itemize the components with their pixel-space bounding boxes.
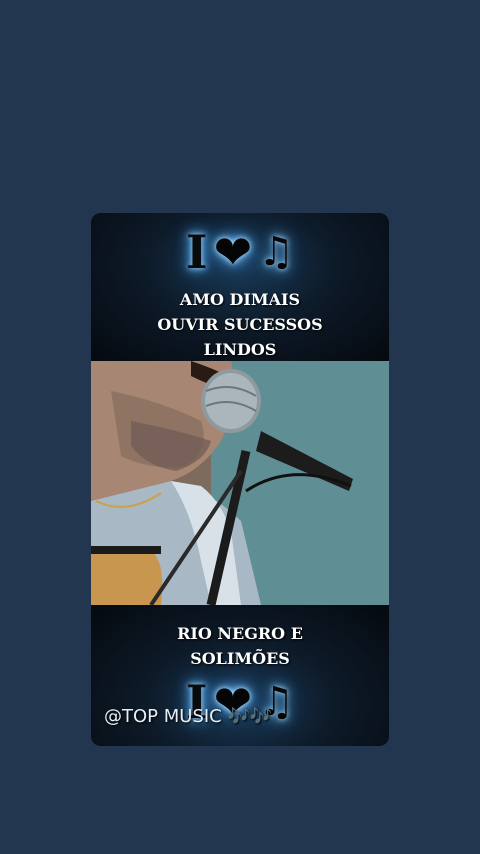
bottom-caption-line-2: SOLIMÕES xyxy=(190,649,290,668)
top-caption-line-3: LINDOS xyxy=(203,340,277,359)
bottom-caption-line-1: RIO NEGRO E xyxy=(177,624,303,643)
video-card[interactable]: I ❤ ♫ AMO DIMAIS OUVIR SUCESSOS LINDOS I… xyxy=(91,213,389,746)
bottom-caption: RIO NEGRO E SOLIMÕES xyxy=(91,621,389,671)
music-note-icon: ♫ xyxy=(258,229,294,275)
channel-watermark: @TOP MUSIC 🎶🎶 xyxy=(104,706,272,727)
top-caption: AMO DIMAIS OUVIR SUCESSOS LINDOS xyxy=(91,287,389,362)
video-frame[interactable] xyxy=(91,361,389,605)
i-love-music-logo-top: I ❤ ♫ xyxy=(91,225,389,279)
top-caption-line-2: OUVIR SUCESSOS xyxy=(157,315,323,334)
heart-icon: ❤ xyxy=(213,225,253,279)
top-caption-line-1: AMO DIMAIS xyxy=(179,290,301,309)
music-notes-icon: 🎶🎶 xyxy=(227,706,273,727)
watermark-text: @TOP MUSIC xyxy=(104,706,222,727)
singer-microphone-image xyxy=(91,361,389,605)
letter-i: I xyxy=(186,225,208,279)
